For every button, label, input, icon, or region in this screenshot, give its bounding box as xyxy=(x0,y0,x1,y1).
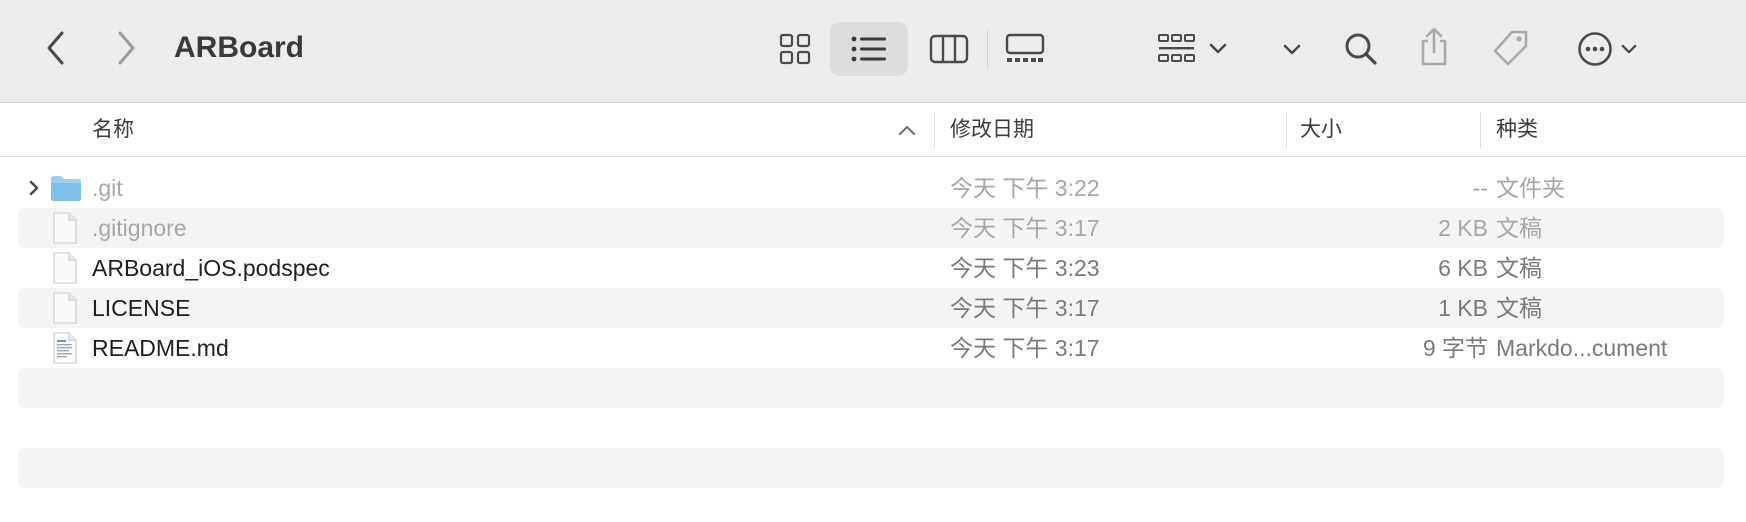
chevron-down-icon xyxy=(1209,43,1227,54)
file-row[interactable]: .git 今天 下午 3:22 -- 文件夹 xyxy=(18,168,1724,208)
search-button[interactable] xyxy=(1340,26,1382,72)
file-row[interactable]: ARBoard_iOS.podspec 今天 下午 3:23 6 KB 文稿 xyxy=(18,248,1724,288)
more-icon xyxy=(1578,32,1612,66)
sort-ascending-icon xyxy=(899,126,915,135)
empty-row xyxy=(18,448,1724,488)
search-icon xyxy=(1345,33,1377,65)
file-name: .git xyxy=(92,175,123,201)
list-view-icon xyxy=(851,36,886,62)
column-divider[interactable] xyxy=(934,112,935,148)
column-view-button[interactable] xyxy=(922,22,976,76)
back-button[interactable] xyxy=(36,28,76,68)
document-icon xyxy=(53,252,77,284)
file-modified: 今天 下午 3:17 xyxy=(950,295,1100,321)
toolbar: ARBoard xyxy=(0,0,1746,103)
share-button[interactable] xyxy=(1414,22,1454,72)
file-modified: 今天 下午 3:17 xyxy=(950,215,1100,241)
file-modified: 今天 下午 3:17 xyxy=(950,335,1100,361)
group-by-icon xyxy=(1158,34,1195,62)
list-view-button[interactable] xyxy=(830,22,908,76)
empty-row xyxy=(18,368,1724,408)
chevron-down-icon xyxy=(1283,44,1301,55)
toolbar-divider xyxy=(987,30,988,68)
chevron-left-icon xyxy=(47,31,64,65)
column-divider[interactable] xyxy=(1480,112,1481,148)
file-row[interactable]: README.md 今天 下午 3:17 9 字节 Markdo...cumen… xyxy=(18,328,1724,368)
file-kind: Markdo...cument xyxy=(1496,335,1668,361)
empty-row xyxy=(18,408,1724,448)
file-name: README.md xyxy=(92,335,229,361)
list-header: 名称 修改日期 大小 种类 xyxy=(0,104,1746,157)
markdown-document-icon xyxy=(53,332,77,364)
file-size: 1 KB xyxy=(1438,295,1488,321)
file-row[interactable]: .gitignore 今天 下午 3:17 2 KB 文稿 xyxy=(18,208,1724,248)
document-icon xyxy=(53,292,77,324)
icon-view-icon xyxy=(779,33,811,65)
file-name: LICENSE xyxy=(92,295,191,321)
window-title: ARBoard xyxy=(174,31,305,64)
file-kind: 文稿 xyxy=(1496,215,1542,241)
gallery-view-icon xyxy=(1005,33,1045,62)
file-name: .gitignore xyxy=(92,215,187,241)
tag-button[interactable] xyxy=(1486,24,1534,74)
column-divider[interactable] xyxy=(1286,112,1287,148)
file-modified: 今天 下午 3:23 xyxy=(950,255,1100,281)
column-header-kind-label: 种类 xyxy=(1496,118,1538,141)
file-row[interactable]: LICENSE 今天 下午 3:17 1 KB 文稿 xyxy=(18,288,1724,328)
more-button[interactable] xyxy=(1572,26,1642,72)
column-header-kind[interactable]: 种类 xyxy=(1496,104,1726,156)
column-header-name-label: 名称 xyxy=(92,118,134,141)
icon-view-button[interactable] xyxy=(770,22,820,76)
gallery-view-button[interactable] xyxy=(998,22,1052,76)
forward-button[interactable] xyxy=(106,28,146,68)
file-name: ARBoard_iOS.podspec xyxy=(92,255,330,281)
column-header-name[interactable]: 名称 xyxy=(92,104,912,156)
share-icon xyxy=(1421,27,1447,66)
column-header-size[interactable]: 大小 xyxy=(1300,104,1470,156)
file-kind: 文稿 xyxy=(1496,255,1542,281)
file-size: 6 KB xyxy=(1438,255,1488,281)
folder-icon xyxy=(51,176,81,201)
chevron-right-icon xyxy=(118,31,135,65)
file-size: 2 KB xyxy=(1438,215,1488,241)
chevron-down-icon xyxy=(1621,44,1637,53)
file-kind: 文稿 xyxy=(1496,295,1542,321)
disclosure-triangle-icon[interactable] xyxy=(28,179,40,197)
tag-icon xyxy=(1493,30,1528,66)
file-modified: 今天 下午 3:22 xyxy=(950,175,1100,201)
column-view-icon xyxy=(929,34,969,64)
file-size: 9 字节 xyxy=(1422,335,1488,361)
column-header-size-label: 大小 xyxy=(1300,118,1342,141)
column-header-modified[interactable]: 修改日期 xyxy=(950,104,1280,156)
group-by-button[interactable] xyxy=(1152,22,1232,76)
more-options-dropdown[interactable] xyxy=(1276,30,1308,70)
column-header-modified-label: 修改日期 xyxy=(950,118,1034,141)
file-size: -- xyxy=(1472,175,1488,201)
file-kind: 文件夹 xyxy=(1496,175,1565,201)
document-icon xyxy=(53,212,77,244)
